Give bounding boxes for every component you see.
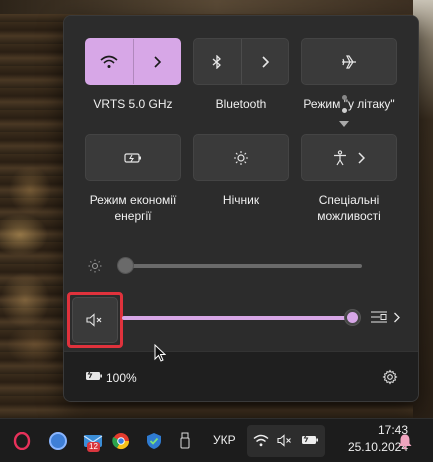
night-light-tile-label: Нічник <box>222 193 260 207</box>
battery-saver-tile[interactable] <box>85 134 181 181</box>
shield-icon <box>147 433 161 449</box>
notifications-button[interactable] <box>394 430 416 452</box>
chrome-button[interactable] <box>110 430 132 452</box>
bell-icon <box>398 434 412 449</box>
airplane-icon <box>342 54 356 69</box>
accessibility-tile-label: Спеціальні можливості <box>317 193 381 223</box>
bluetooth-tile-label: Bluetooth <box>215 97 267 111</box>
mute-button-highlight <box>67 292 123 348</box>
audio-output-button[interactable] <box>370 309 400 325</box>
security-button[interactable] <box>143 430 165 452</box>
battery-saver-icon <box>124 152 141 163</box>
avatar-icon <box>49 432 67 450</box>
night-light-tile[interactable] <box>193 134 289 181</box>
taskbar: 12 УКР 17:43 25.10.2024 <box>0 418 433 462</box>
avatar-button[interactable] <box>47 430 69 452</box>
wifi-icon <box>253 434 269 447</box>
wifi-tile-label: VRTS 5.0 GHz <box>93 97 173 111</box>
chevron-right-icon <box>394 312 400 322</box>
accessibility-icon <box>334 149 346 165</box>
usb-button[interactable] <box>174 430 196 452</box>
bluetooth-tile[interactable] <box>193 38 289 85</box>
brightness-slider-track[interactable] <box>124 264 362 268</box>
speaker-muted-icon <box>277 434 291 447</box>
bluetooth-toggle[interactable] <box>194 39 241 84</box>
battery-charging-icon <box>302 433 318 444</box>
battery-percent[interactable]: 100% <box>106 371 137 385</box>
chevron-right-icon <box>154 55 161 68</box>
chevron-right-icon <box>262 55 269 68</box>
page-dot[interactable] <box>341 95 347 100</box>
chevron-right-icon[interactable] <box>357 151 365 164</box>
wifi-icon <box>100 55 118 68</box>
volume-slider-thumb[interactable] <box>344 309 361 326</box>
brightness-slider-thumb[interactable] <box>117 257 134 274</box>
opera-gx-button[interactable] <box>11 430 33 452</box>
wifi-tile[interactable] <box>85 38 181 85</box>
page-down-icon[interactable] <box>339 121 349 127</box>
usb-icon <box>180 432 190 449</box>
language-indicator[interactable]: УКР <box>213 433 236 447</box>
battery-charging-icon <box>86 369 102 380</box>
gear-icon[interactable] <box>382 369 398 385</box>
audio-output-icon <box>371 311 387 323</box>
mouse-cursor-icon <box>154 344 166 362</box>
page-indicator[interactable] <box>338 95 350 127</box>
mail-button[interactable]: 12 <box>82 430 104 452</box>
wifi-toggle[interactable] <box>86 39 133 84</box>
sun-icon <box>88 259 102 273</box>
mail-badge: 12 <box>87 442 100 452</box>
opera-gx-icon <box>13 432 31 450</box>
system-tray-button[interactable] <box>247 425 325 457</box>
wallpaper-detail <box>0 0 433 14</box>
wifi-expand-button[interactable] <box>134 39 181 84</box>
bluetooth-expand-button[interactable] <box>242 39 289 84</box>
airplane-mode-tile[interactable] <box>301 38 397 85</box>
bluetooth-icon <box>212 54 222 69</box>
page-dot-current[interactable] <box>341 108 347 113</box>
accessibility-tile[interactable] <box>301 134 397 181</box>
battery-saver-tile-label: Режим економії енергії <box>89 193 177 223</box>
night-light-icon <box>234 150 248 165</box>
volume-slider-fill[interactable] <box>122 316 352 320</box>
chrome-icon <box>112 433 130 450</box>
